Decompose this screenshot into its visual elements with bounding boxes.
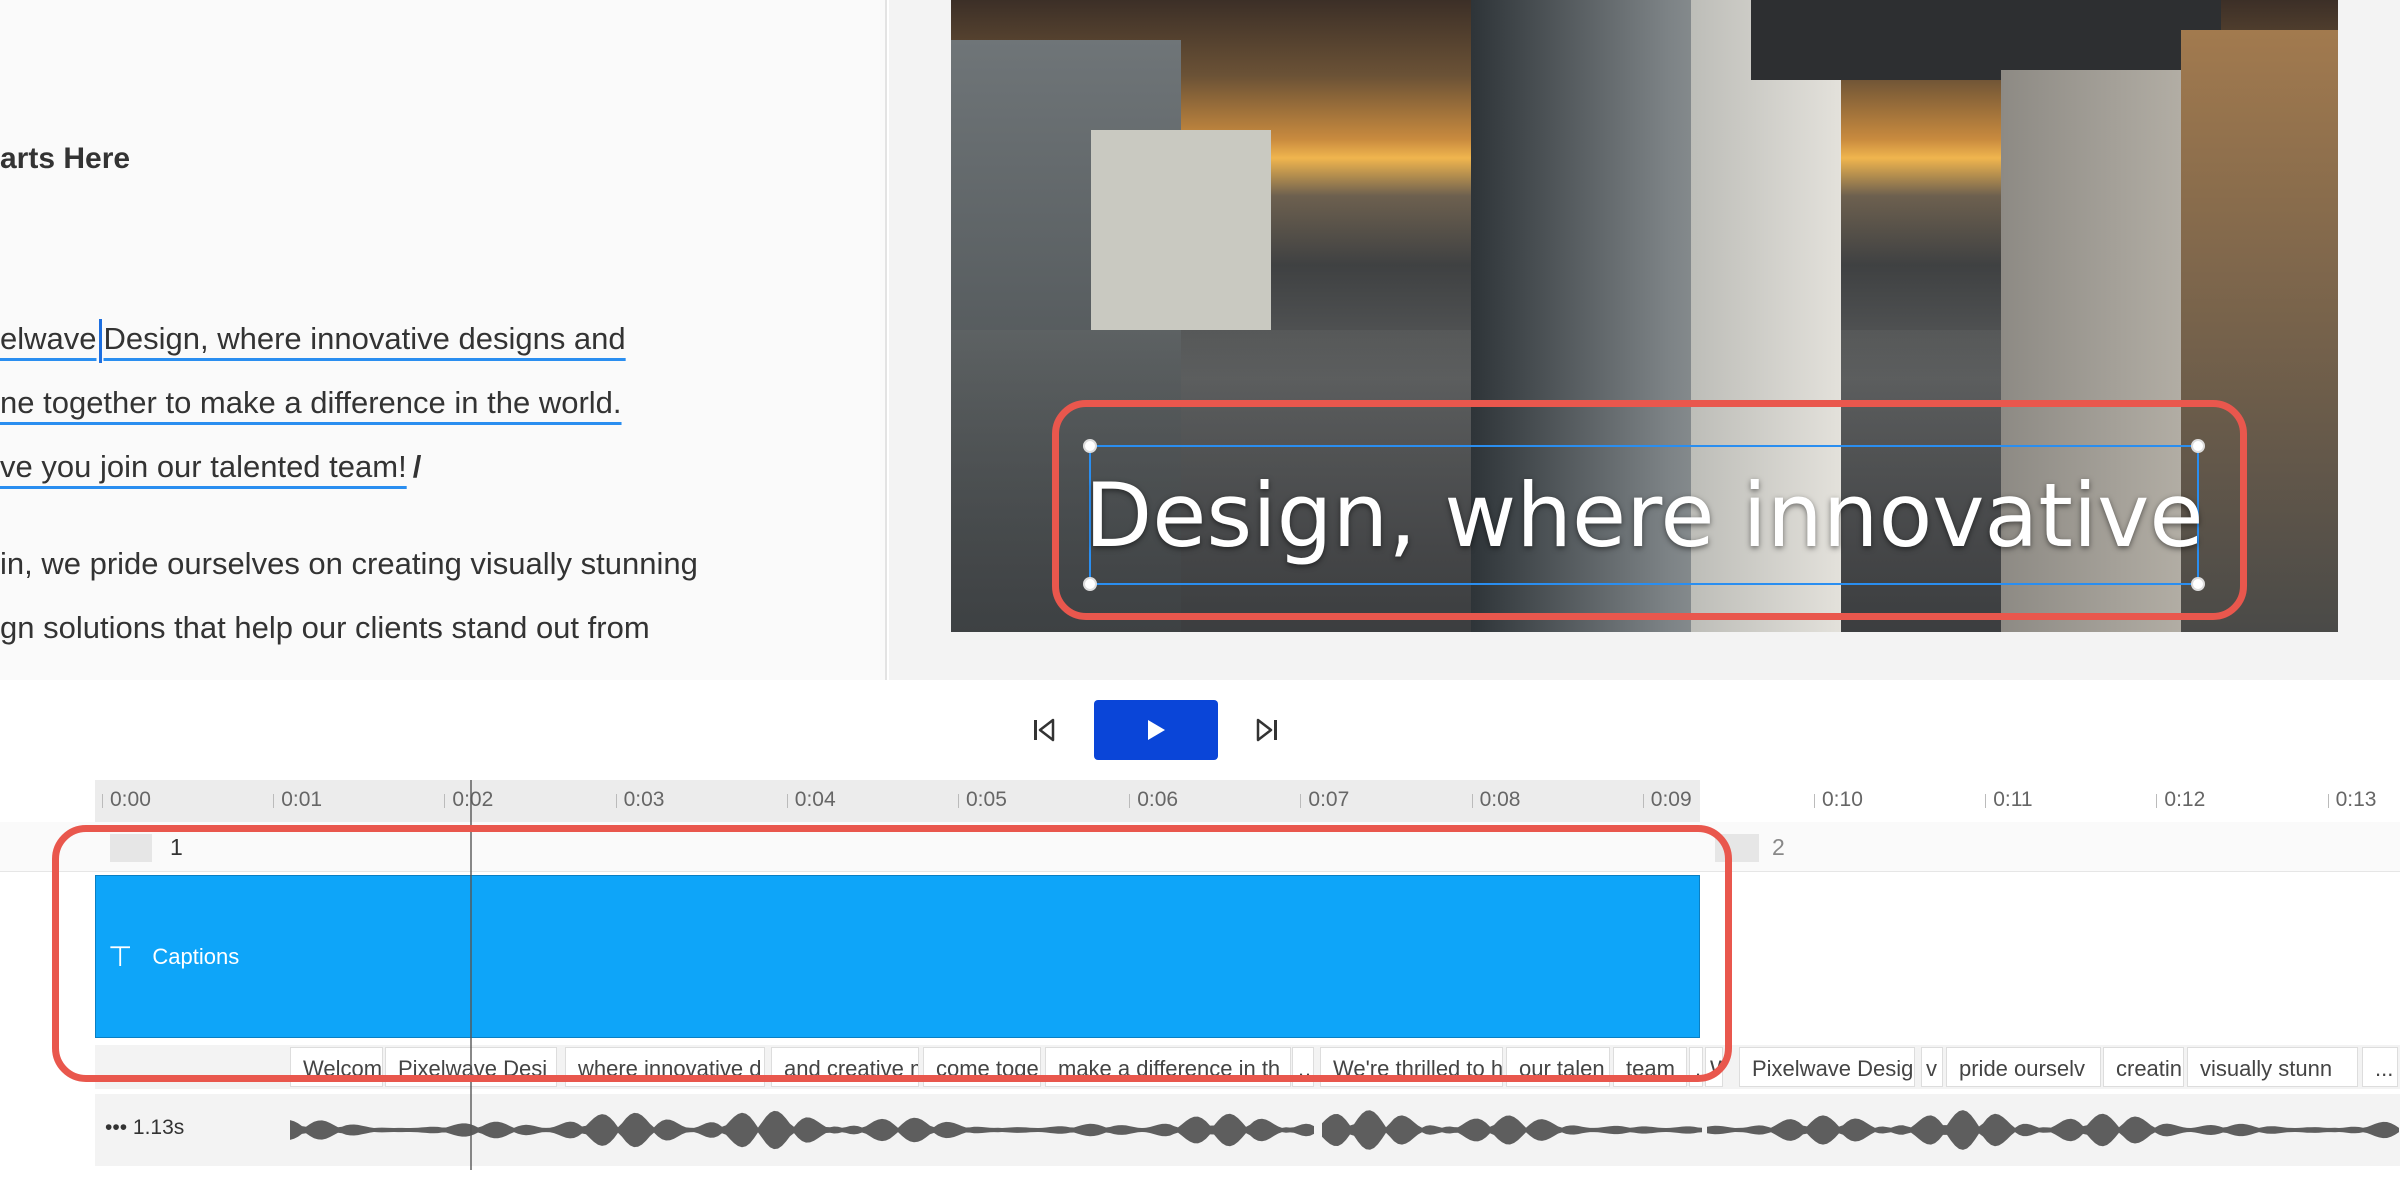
video-scenery <box>1751 0 2221 80</box>
waveform-segment <box>290 1110 1314 1150</box>
word-clip[interactable]: visually stunn <box>2187 1047 2358 1087</box>
word-clip[interactable]: our talen <box>1506 1047 1610 1087</box>
scene-row: 1 2 <box>0 822 2400 872</box>
scene-heading: arts Here <box>0 142 131 175</box>
word-clips-row: Welcom Pixelwave Desi where innovative d an… <box>95 1045 2400 1089</box>
play-icon <box>1148 720 1165 740</box>
waveform-segment <box>1707 1110 2399 1150</box>
playhead[interactable] <box>470 780 472 1170</box>
word-clip[interactable]: make a difference in th <box>1045 1047 1291 1087</box>
video-scenery <box>1091 130 1271 330</box>
playback-controls <box>0 680 2400 780</box>
word-clip[interactable]: We're thrilled to h <box>1320 1047 1503 1087</box>
word-clip[interactable]: … <box>1292 1047 1314 1087</box>
word-clip[interactable]: v <box>1921 1047 1943 1087</box>
word-clip[interactable]: pride ourselv <box>1946 1047 2101 1087</box>
word-clip[interactable]: where innovative d <box>565 1047 765 1087</box>
ruler-tick: 0:04 <box>786 788 836 811</box>
ruler-background <box>95 780 1700 822</box>
ruler-tick: 0:09 <box>1642 788 1692 811</box>
captions-track[interactable]: ⊤ Captions <box>95 875 1700 1038</box>
word-clip[interactable]: Pixelwave Desig <box>1739 1047 1915 1087</box>
captions-track-label: Captions <box>152 943 240 969</box>
ruler-tick: 0:01 <box>273 788 323 811</box>
script-editor[interactable]: arts Here elwave Design, where innovative… <box>0 0 887 680</box>
script-line[interactable]: in, we pride ourselves on creating visua… <box>0 532 698 596</box>
script-line[interactable]: elwave Design, where innovative designs a… <box>0 307 626 371</box>
ruler-tick: 0:08 <box>1471 788 1521 811</box>
scene-number[interactable]: 1 <box>170 834 183 861</box>
word-clip[interactable]: W <box>1705 1047 1723 1087</box>
skip-forward-icon <box>1256 718 1277 742</box>
word-clip[interactable]: creatin <box>2103 1047 2184 1087</box>
script-line[interactable]: ve you join our talented team! / <box>0 435 626 499</box>
play-button[interactable] <box>1094 700 1218 760</box>
skip-back-icon <box>1034 718 1055 742</box>
word-clip[interactable]: … <box>1689 1047 1703 1087</box>
skip-forward-button[interactable] <box>1243 706 1291 754</box>
word-clip[interactable]: come toge <box>923 1047 1041 1087</box>
script-line[interactable]: ne together to make a difference in the … <box>0 371 626 435</box>
script-word[interactable]: elwave <box>0 321 97 356</box>
ruler-tick: 0:12 <box>2156 788 2206 811</box>
ruler-tick: 0:05 <box>958 788 1007 811</box>
ruler-tick: 0:00 <box>102 788 151 811</box>
caption-highlight <box>1052 400 2247 620</box>
ruler-tick: 0:06 <box>1129 788 1179 811</box>
scene-thumbnail[interactable] <box>1715 834 1759 862</box>
ruler-tick: 0:10 <box>1814 788 1863 811</box>
script-text[interactable]: Design, where innovative designs and <box>104 321 626 356</box>
video-editor-app: arts Here elwave Design, where innovative… <box>0 0 2400 1200</box>
audio-waveform <box>290 1110 2399 1150</box>
ruler-tick: 0:02 <box>444 788 494 811</box>
pause-marker[interactable]: / <box>413 449 422 484</box>
audio-track[interactable]: ••• 1.13s <box>95 1094 2400 1166</box>
word-clip[interactable]: and creative m <box>771 1047 919 1087</box>
ruler-tick: 0:03 <box>615 788 665 811</box>
word-clip[interactable]: Welcom <box>290 1047 383 1087</box>
script-text[interactable]: ve you join our talented team! <box>0 449 407 484</box>
scene-number[interactable]: 2 <box>1772 834 1785 861</box>
ruler-tick: 0:07 <box>1300 788 1350 811</box>
scene-thumbnail[interactable] <box>110 834 152 862</box>
skip-back-button[interactable] <box>1020 706 1068 754</box>
text-cursor <box>98 318 102 363</box>
script-line[interactable]: gn solutions that help our clients stand… <box>0 596 698 660</box>
script-paragraph-1[interactable]: elwave Design, where innovative designs a… <box>0 307 626 499</box>
ruler-tick: 0:11 <box>1985 788 2033 811</box>
script-text[interactable]: ne together to make a difference in the … <box>0 385 622 420</box>
word-clip[interactable]: ... <box>2362 1047 2398 1087</box>
ruler-tick: 0:13 <box>2327 788 2377 811</box>
waveform-segment <box>1322 1110 1702 1150</box>
script-paragraph-2[interactable]: in, we pride ourselves on creating visua… <box>0 532 698 660</box>
word-clip[interactable]: team <box>1613 1047 1687 1087</box>
timeline-ruler[interactable]: 0:00 0:01 0:02 0:03 0:04 0:05 0:06 0:07 0:08 0:09… <box>95 780 2400 822</box>
text-icon: ⊤ <box>108 940 133 973</box>
